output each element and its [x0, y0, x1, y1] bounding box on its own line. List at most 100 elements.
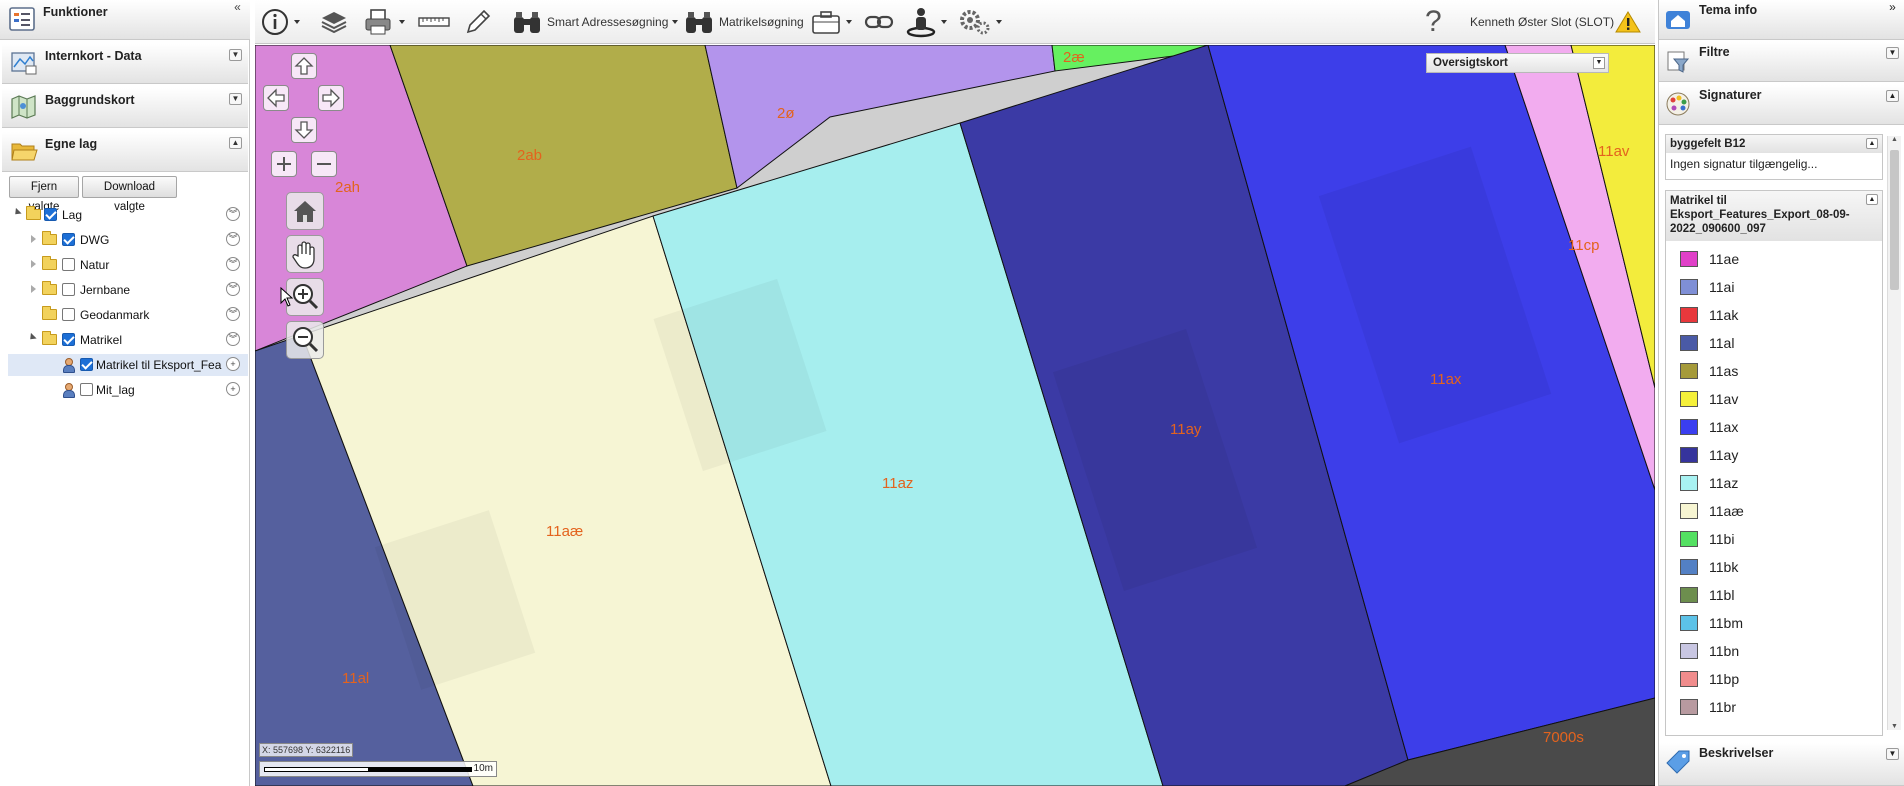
home-button[interactable]: [286, 192, 324, 230]
gears-icon: [960, 10, 990, 35]
checkbox-natur[interactable]: [62, 258, 75, 271]
funktioner-header[interactable]: Funktioner «: [0, 0, 250, 40]
legend-label: 11bk: [1709, 559, 1739, 575]
tree-item-matrikel-export[interactable]: Matrikel til Eksport_Fea +: [8, 354, 248, 376]
signaturer-header[interactable]: Signaturer ▲: [1659, 85, 1904, 125]
checkbox-lag[interactable]: [44, 208, 57, 221]
legend-item: 11ak: [1673, 303, 1873, 327]
folder-icon: [42, 281, 57, 295]
options-icon[interactable]: ︾: [226, 232, 240, 246]
expand-icon[interactable]: [12, 207, 22, 218]
settings-button[interactable]: [958, 6, 1002, 38]
filtre-header[interactable]: Filtre ▼: [1659, 42, 1904, 82]
tree-item-mit-lag[interactable]: Mit_lag +: [8, 379, 248, 401]
chevron-up-icon[interactable]: ▲: [1866, 138, 1878, 149]
fjern-valgte-button[interactable]: Fjern valgte: [9, 176, 79, 213]
options-icon[interactable]: ︾: [226, 307, 240, 321]
pan-left-button[interactable]: [263, 85, 289, 111]
chevron-up-icon[interactable]: ▲: [229, 137, 242, 149]
legend-label: 11bn: [1709, 643, 1740, 659]
draw-button[interactable]: [463, 6, 493, 38]
print-button[interactable]: [363, 6, 405, 38]
tree-label: Matrikel til Eksport_Fea: [96, 358, 222, 372]
overview-map-toggle[interactable]: Oversigtskort ▼: [1426, 53, 1609, 73]
legend-item: 11bl: [1673, 583, 1873, 607]
tree-item-natur[interactable]: Natur ︾: [8, 254, 248, 276]
legend-label: 11al: [1709, 335, 1735, 351]
checkbox-matrikel[interactable]: [62, 333, 75, 346]
warning-button[interactable]: [1615, 6, 1641, 38]
egne-lag-header[interactable]: Egne lag ▲: [2, 132, 248, 172]
checkbox-mit-lag[interactable]: [80, 383, 93, 396]
legend-scrollbar[interactable]: ▲ ▼: [1887, 136, 1901, 730]
smart-search-button[interactable]: Smart Adressesøgning: [511, 6, 679, 38]
expand-icon[interactable]: [31, 260, 36, 268]
add-layer-icon[interactable]: +: [226, 357, 240, 371]
expand-icon[interactable]: [31, 285, 36, 293]
collapse-right-icon[interactable]: »: [1886, 1, 1899, 14]
filtre-title: Filtre: [1699, 45, 1730, 59]
map-view[interactable]: 2ah 2ab 2ø 2æ 11av 11cp 11ax 11ay 11az 1…: [255, 45, 1655, 786]
pan-right-button[interactable]: [318, 85, 344, 111]
ruler-icon: [418, 17, 450, 27]
user-name[interactable]: Kenneth Øster Slot (SLOT): [1470, 6, 1614, 38]
checkbox-dwg[interactable]: [62, 233, 75, 246]
scroll-thumb[interactable]: [1890, 150, 1899, 290]
parcel-label: 7000s: [1543, 729, 1584, 746]
baggrundskort-header[interactable]: Baggrundskort ▼: [2, 88, 248, 128]
tree-item-lag[interactable]: Lag ︾: [8, 204, 248, 226]
download-valgte-button[interactable]: Download valgte: [82, 176, 177, 213]
chevron-up-icon[interactable]: ▲: [1886, 90, 1899, 102]
chevron-down-icon[interactable]: ▼: [229, 49, 242, 61]
expand-icon[interactable]: [31, 235, 36, 243]
collapse-left-icon[interactable]: «: [231, 1, 244, 14]
tree-item-matrikel[interactable]: Matrikel ︾: [8, 329, 248, 351]
options-icon[interactable]: ︾: [226, 332, 240, 346]
expand-icon[interactable]: [27, 332, 37, 343]
add-layer-icon[interactable]: +: [226, 382, 240, 396]
layers-button[interactable]: [319, 6, 349, 38]
tree-item-geodanmark[interactable]: Geodanmark ︾: [8, 304, 248, 326]
byggefelt-text: Ingen signatur tilgængelig...: [1670, 157, 1818, 171]
pan-tool-button[interactable]: [286, 235, 324, 273]
info-button[interactable]: [260, 6, 300, 38]
legend-label: 11bl: [1709, 587, 1735, 603]
zoom-out-small-button[interactable]: [311, 151, 337, 177]
checkbox-geodanmark[interactable]: [62, 308, 75, 321]
briefcase-button[interactable]: [810, 6, 852, 38]
chevron-down-icon[interactable]: ▼: [1593, 57, 1605, 69]
internkort-header[interactable]: Internkort - Data ▼: [2, 44, 248, 84]
link-button[interactable]: [863, 6, 895, 38]
pan-down-button[interactable]: [291, 117, 317, 143]
tree-item-dwg[interactable]: DWG ︾: [8, 229, 248, 251]
help-button[interactable]: ?: [1425, 5, 1442, 38]
checkbox-matrikel-export[interactable]: [80, 358, 93, 371]
tree-label: Matrikel: [80, 333, 123, 347]
zoom-in-small-button[interactable]: [271, 151, 297, 177]
streetview-button[interactable]: [905, 6, 947, 38]
pan-up-button[interactable]: [291, 53, 317, 79]
measure-button[interactable]: [417, 6, 451, 38]
options-icon[interactable]: ︾: [226, 257, 240, 271]
right-panel: Tema info » Filtre ▼ Signaturer ▲ byggef…: [1658, 0, 1904, 786]
options-icon[interactable]: ︾: [226, 207, 240, 221]
legend-swatch: [1680, 391, 1698, 407]
internkort-title: Internkort - Data: [45, 49, 142, 63]
scroll-up-icon[interactable]: ▲: [1890, 136, 1899, 143]
legend-swatch: [1680, 419, 1698, 435]
matrikel-search-button[interactable]: Matrikelsøgning: [683, 6, 804, 38]
overview-label: Oversigtskort: [1433, 57, 1508, 69]
tree-label: Mit_lag: [96, 383, 135, 397]
tema-info-header[interactable]: Tema info »: [1659, 0, 1904, 40]
tree-item-jernbane[interactable]: Jernbane ︾: [8, 279, 248, 301]
chevron-up-icon[interactable]: ▲: [1866, 194, 1878, 205]
chevron-down-icon[interactable]: ▼: [229, 93, 242, 105]
chevron-down-icon[interactable]: ▼: [1886, 47, 1899, 59]
options-icon[interactable]: ︾: [226, 282, 240, 296]
chevron-down-icon[interactable]: ▼: [1886, 748, 1899, 760]
scroll-down-icon[interactable]: ▼: [1890, 723, 1899, 730]
folder-icon: [42, 256, 57, 270]
zoom-out-tool-button[interactable]: [286, 321, 324, 359]
beskrivelser-header[interactable]: Beskrivelser ▼: [1659, 743, 1904, 786]
checkbox-jernbane[interactable]: [62, 283, 75, 296]
